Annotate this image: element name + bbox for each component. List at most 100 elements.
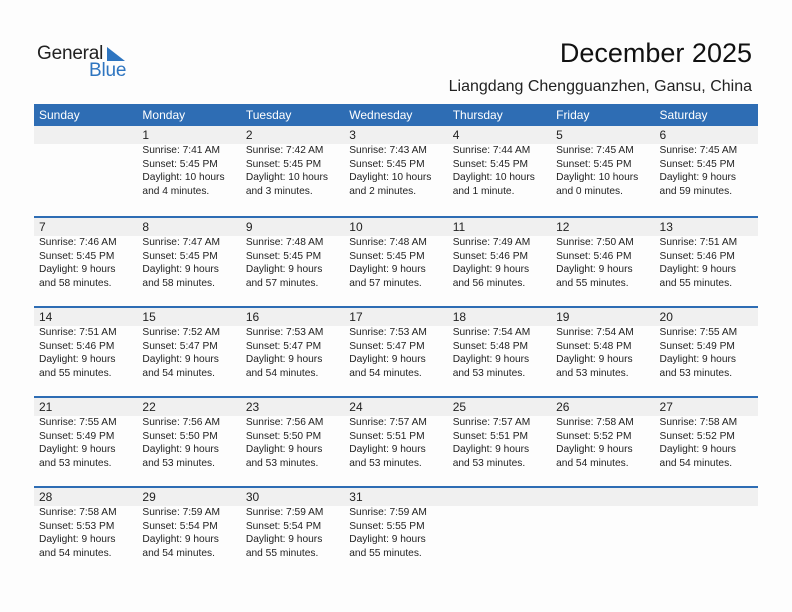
daylight-text: Daylight: 9 hours — [452, 264, 530, 275]
day-cell: 12 Sunrise: 7:50 AM Sunset: 5:46 PM Dayligh… — [551, 218, 654, 290]
logo-triangle-icon — [107, 47, 125, 61]
daylight-minutes-text: and 53 minutes. — [349, 457, 422, 469]
daylight-text: Daylight: 9 hours — [245, 444, 323, 455]
day-number: 22 — [142, 400, 156, 414]
daylight-text: Daylight: 10 hours — [142, 172, 225, 183]
sunset-text: Sunset: 5:45 PM — [659, 158, 735, 170]
daylight-minutes-text: and 54 minutes. — [659, 457, 733, 469]
day-number: 31 — [349, 490, 363, 504]
day-number: 25 — [452, 400, 467, 414]
daylight-minutes-text: and 54 minutes. — [349, 367, 422, 379]
empty-day-cell — [551, 488, 654, 560]
day-number: 6 — [659, 128, 667, 142]
daylight-minutes-text: and 54 minutes. — [556, 457, 629, 469]
day-number: 21 — [39, 400, 53, 414]
daylight-text: Daylight: 9 hours — [245, 354, 323, 365]
daylight-minutes-text: and 57 minutes. — [349, 277, 422, 289]
sunset-text: Sunset: 5:49 PM — [39, 430, 115, 442]
daylight-minutes-text: and 1 minute. — [452, 185, 515, 197]
day-cell: 29 Sunrise: 7:59 AM Sunset: 5:54 PM Dayligh… — [137, 488, 240, 560]
sunset-text: Sunset: 5:52 PM — [659, 430, 735, 442]
daylight-text: Daylight: 9 hours — [556, 354, 633, 365]
day-cell: 18 Sunrise: 7:54 AM Sunset: 5:48 PM Dayligh… — [448, 308, 551, 380]
sunset-text: Sunset: 5:46 PM — [452, 250, 529, 262]
day-number: 7 — [39, 220, 46, 234]
day-number: 23 — [245, 400, 260, 414]
sunset-text: Sunset: 5:47 PM — [349, 340, 425, 352]
sunrise-text: Sunrise: 7:58 AM — [556, 417, 634, 428]
week-row: 1 Sunrise: 7:41 AM Sunset: 5:45 PM Daylight… — [34, 126, 758, 216]
day-cell: 8 Sunrise: 7:47 AM Sunset: 5:45 PM Daylight… — [137, 218, 240, 290]
sunset-text: Sunset: 5:48 PM — [452, 340, 529, 352]
day-number: 18 — [452, 310, 467, 324]
day-number: 5 — [556, 128, 563, 142]
sunrise-text: Sunrise: 7:48 AM — [349, 237, 427, 248]
sunrise-text: Sunrise: 7:42 AM — [245, 145, 324, 156]
day-cell: 19 Sunrise: 7:54 AM Sunset: 5:48 PM Dayligh… — [551, 308, 654, 380]
weekday-wednesday: Wednesday — [349, 108, 413, 122]
sunset-text: Sunset: 5:54 PM — [245, 520, 322, 532]
sunset-text: Sunset: 5:46 PM — [659, 250, 735, 262]
day-number: 4 — [452, 128, 460, 142]
weekday-monday: Monday — [142, 108, 186, 122]
daylight-text: Daylight: 9 hours — [659, 172, 736, 183]
daylight-text: Daylight: 9 hours — [142, 444, 219, 455]
day-number: 13 — [659, 220, 673, 234]
sunset-text: Sunset: 5:45 PM — [245, 158, 322, 170]
sunset-text: Sunset: 5:45 PM — [142, 250, 218, 262]
day-number: 10 — [349, 220, 363, 234]
sunrise-text: Sunrise: 7:45 AM — [556, 145, 634, 156]
sunrise-text: Sunrise: 7:55 AM — [39, 417, 117, 428]
sunrise-text: Sunrise: 7:41 AM — [142, 145, 221, 156]
sunset-text: Sunset: 5:46 PM — [556, 250, 632, 262]
sunrise-text: Sunrise: 7:58 AM — [39, 507, 117, 518]
daylight-text: Daylight: 9 hours — [349, 534, 426, 545]
weekday-sunday: Sunday — [39, 108, 80, 122]
sunrise-text: Sunrise: 7:52 AM — [142, 327, 221, 338]
logo: General Blue — [37, 43, 137, 83]
day-number: 28 — [39, 490, 53, 504]
daylight-text: Daylight: 9 hours — [245, 264, 323, 275]
sunset-text: Sunset: 5:48 PM — [556, 340, 632, 352]
sunrise-text: Sunrise: 7:50 AM — [556, 237, 634, 248]
empty-day-cell — [448, 488, 551, 560]
sunrise-text: Sunrise: 7:56 AM — [142, 417, 221, 428]
daylight-text: Daylight: 9 hours — [245, 534, 323, 545]
daylight-minutes-text: and 54 minutes. — [142, 367, 215, 379]
daylight-text: Daylight: 9 hours — [659, 354, 736, 365]
daylight-text: Daylight: 9 hours — [659, 264, 736, 275]
week-days: 28 Sunrise: 7:58 AM Sunset: 5:53 PM Dayligh… — [34, 488, 758, 560]
daylight-text: Daylight: 9 hours — [142, 354, 219, 365]
daylight-minutes-text: and 53 minutes. — [556, 367, 629, 379]
week-days: 21 Sunrise: 7:55 AM Sunset: 5:49 PM Dayligh… — [34, 398, 758, 470]
daylight-text: Daylight: 9 hours — [39, 534, 116, 545]
day-cell: 4 Sunrise: 7:44 AM Sunset: 5:45 PM Daylight… — [448, 126, 551, 198]
day-number: 29 — [142, 490, 156, 504]
sunrise-text: Sunrise: 7:46 AM — [39, 237, 117, 248]
daylight-text: Daylight: 9 hours — [142, 534, 219, 545]
week-days: 14 Sunrise: 7:51 AM Sunset: 5:46 PM Dayligh… — [34, 308, 758, 380]
day-cell: 3 Sunrise: 7:43 AM Sunset: 5:45 PM Daylight… — [344, 126, 447, 198]
sunrise-text: Sunrise: 7:54 AM — [556, 327, 634, 338]
day-number: 3 — [349, 128, 356, 142]
sunset-text: Sunset: 5:47 PM — [245, 340, 322, 352]
daylight-minutes-text: and 58 minutes. — [142, 277, 215, 289]
daylight-text: Daylight: 9 hours — [349, 264, 426, 275]
day-number: 24 — [349, 400, 363, 414]
daylight-text: Daylight: 9 hours — [39, 264, 116, 275]
daylight-text: Daylight: 10 hours — [245, 172, 328, 183]
daylight-minutes-text: and 54 minutes. — [245, 367, 319, 379]
sunset-text: Sunset: 5:51 PM — [452, 430, 529, 442]
day-cell: 11 Sunrise: 7:49 AM Sunset: 5:46 PM Dayligh… — [448, 218, 551, 290]
sunrise-text: Sunrise: 7:51 AM — [39, 327, 117, 338]
day-cell: 9 Sunrise: 7:48 AM Sunset: 5:45 PM Daylight… — [241, 218, 344, 290]
empty-day-cell — [655, 488, 758, 560]
sunrise-text: Sunrise: 7:43 AM — [349, 145, 427, 156]
day-cell: 23 Sunrise: 7:56 AM Sunset: 5:50 PM Dayligh… — [241, 398, 344, 470]
daylight-text: Daylight: 10 hours — [452, 172, 535, 183]
daylight-text: Daylight: 9 hours — [349, 354, 426, 365]
day-cell: 16 Sunrise: 7:53 AM Sunset: 5:47 PM Dayligh… — [241, 308, 344, 380]
week-row: 28 Sunrise: 7:58 AM Sunset: 5:53 PM Dayligh… — [34, 486, 758, 576]
daylight-text: Daylight: 9 hours — [39, 354, 116, 365]
daylight-minutes-text: and 55 minutes. — [556, 277, 629, 289]
